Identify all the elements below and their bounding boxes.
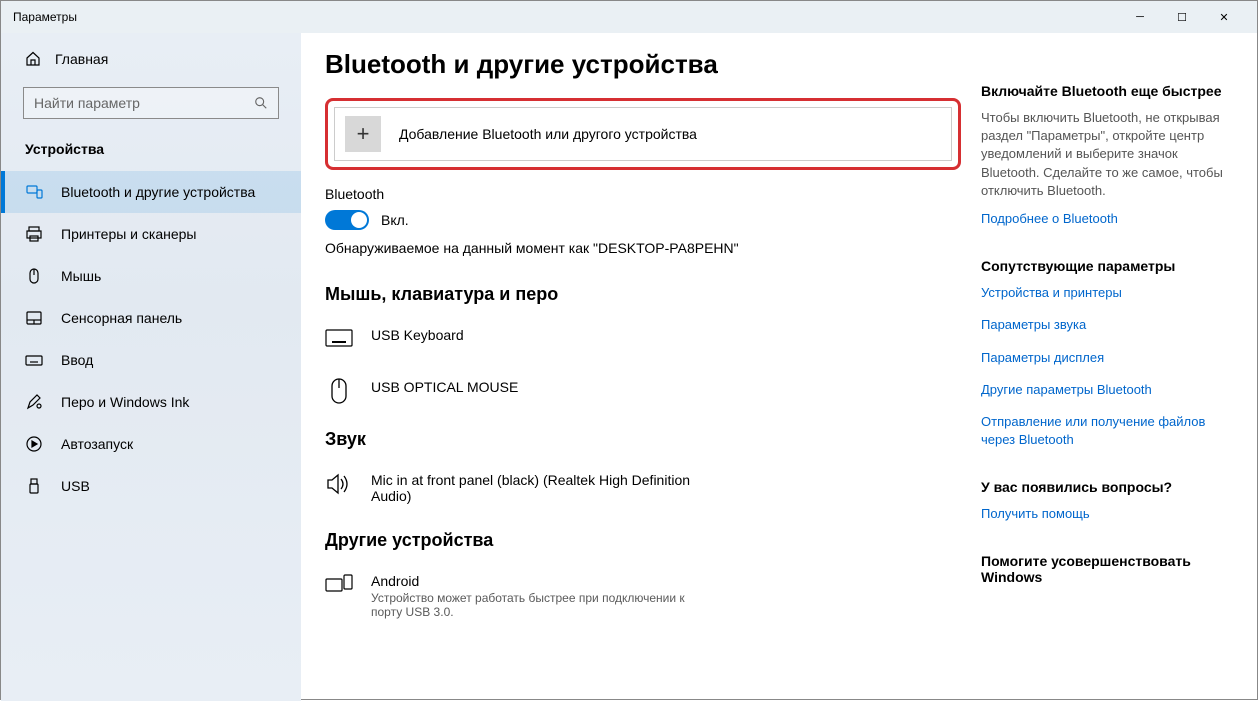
- device-name: Mic in at front panel (black) (Realtek H…: [371, 472, 711, 504]
- bluetooth-toggle[interactable]: [325, 210, 369, 230]
- sidebar-home-label: Главная: [55, 51, 108, 67]
- link-send-receive-bt[interactable]: Отправление или получение файлов через B…: [981, 413, 1229, 449]
- main-content: Bluetooth и другие устройства + Добавлен…: [305, 49, 981, 701]
- keyboard-device-icon: [325, 327, 353, 351]
- touchpad-icon: [25, 309, 43, 327]
- sidebar-section-title: Устройства: [1, 131, 301, 171]
- sidebar-item-touchpad[interactable]: Сенсорная панель: [1, 297, 301, 339]
- right-panel: Включайте Bluetooth еще быстрее Чтобы вк…: [981, 49, 1229, 701]
- bluetooth-icon: [25, 183, 43, 201]
- titlebar: Параметры ─ ☐ ✕: [1, 1, 1257, 33]
- sidebar-item-input[interactable]: Ввод: [1, 339, 301, 381]
- sidebar-item-mouse[interactable]: Мышь: [1, 255, 301, 297]
- sidebar-item-label: Сенсорная панель: [61, 310, 182, 326]
- mouse-icon: [25, 267, 43, 285]
- plus-icon: +: [345, 116, 381, 152]
- right-fastbt-title: Включайте Bluetooth еще быстрее: [981, 83, 1229, 99]
- minimize-button[interactable]: ─: [1119, 3, 1161, 31]
- search-icon: [254, 96, 268, 110]
- bluetooth-label: Bluetooth: [325, 186, 961, 202]
- sidebar-item-label: Bluetooth и другие устройства: [61, 184, 255, 200]
- link-display-settings[interactable]: Параметры дисплея: [981, 349, 1229, 367]
- sidebar-item-label: Ввод: [61, 352, 93, 368]
- link-more-bluetooth[interactable]: Подробнее о Bluetooth: [981, 210, 1229, 228]
- printer-icon: [25, 225, 43, 243]
- maximize-button[interactable]: ☐: [1161, 3, 1203, 31]
- search-input[interactable]: Найти параметр: [23, 87, 279, 119]
- device-generic-icon: [325, 573, 353, 597]
- link-sound-settings[interactable]: Параметры звука: [981, 316, 1229, 334]
- sidebar-item-label: Принтеры и сканеры: [61, 226, 196, 242]
- speaker-icon: [325, 472, 353, 496]
- right-questions-title: У вас появились вопросы?: [981, 479, 1229, 495]
- discoverable-text: Обнаруживаемое на данный момент как "DES…: [325, 240, 961, 256]
- sidebar-item-label: USB: [61, 478, 90, 494]
- device-row[interactable]: Android Устройство может работать быстре…: [325, 563, 961, 637]
- window-controls: ─ ☐ ✕: [1119, 3, 1245, 31]
- device-row[interactable]: USB Keyboard: [325, 317, 961, 369]
- section-other-title: Другие устройства: [325, 530, 961, 551]
- close-button[interactable]: ✕: [1203, 3, 1245, 31]
- right-improve-title: Помогите усовершенствовать Windows: [981, 553, 1229, 585]
- link-other-bt-settings[interactable]: Другие параметры Bluetooth: [981, 381, 1229, 399]
- sidebar-item-usb[interactable]: USB: [1, 465, 301, 507]
- sidebar-item-label: Мышь: [61, 268, 101, 284]
- sidebar-item-pen[interactable]: Перо и Windows Ink: [1, 381, 301, 423]
- add-device-label: Добавление Bluetooth или другого устройс…: [399, 126, 697, 142]
- right-fastbt-body: Чтобы включить Bluetooth, не открывая ра…: [981, 109, 1229, 200]
- device-row[interactable]: USB OPTICAL MOUSE: [325, 369, 961, 421]
- pen-icon: [25, 393, 43, 411]
- sidebar-home[interactable]: Главная: [1, 33, 301, 79]
- autoplay-icon: [25, 435, 43, 453]
- keyboard-icon: [25, 351, 43, 369]
- device-sub: Устройство может работать быстрее при по…: [371, 591, 711, 619]
- sidebar-item-label: Перо и Windows Ink: [61, 394, 189, 410]
- sidebar-item-printers[interactable]: Принтеры и сканеры: [1, 213, 301, 255]
- mouse-device-icon: [325, 379, 353, 403]
- link-devices-printers[interactable]: Устройства и принтеры: [981, 284, 1229, 302]
- device-row[interactable]: Mic in at front panel (black) (Realtek H…: [325, 462, 961, 522]
- sidebar: Главная Найти параметр Устройства Blueto…: [1, 33, 301, 701]
- sidebar-item-label: Автозапуск: [61, 436, 133, 452]
- section-mouse-keyboard-title: Мышь, клавиатура и перо: [325, 284, 961, 305]
- home-icon: [25, 51, 41, 67]
- device-name: USB OPTICAL MOUSE: [371, 379, 518, 395]
- toggle-state-label: Вкл.: [381, 212, 409, 228]
- window-title: Параметры: [13, 10, 1119, 24]
- usb-icon: [25, 477, 43, 495]
- section-sound-title: Звук: [325, 429, 961, 450]
- add-device-button[interactable]: + Добавление Bluetooth или другого устро…: [334, 107, 952, 161]
- page-title: Bluetooth и другие устройства: [325, 49, 961, 80]
- add-device-highlight: + Добавление Bluetooth или другого устро…: [325, 98, 961, 170]
- device-name: Android: [371, 573, 711, 589]
- search-placeholder: Найти параметр: [34, 95, 254, 111]
- sidebar-item-autoplay[interactable]: Автозапуск: [1, 423, 301, 465]
- right-related-title: Сопутствующие параметры: [981, 258, 1229, 274]
- device-name: USB Keyboard: [371, 327, 464, 343]
- link-get-help[interactable]: Получить помощь: [981, 505, 1229, 523]
- sidebar-item-bluetooth[interactable]: Bluetooth и другие устройства: [1, 171, 301, 213]
